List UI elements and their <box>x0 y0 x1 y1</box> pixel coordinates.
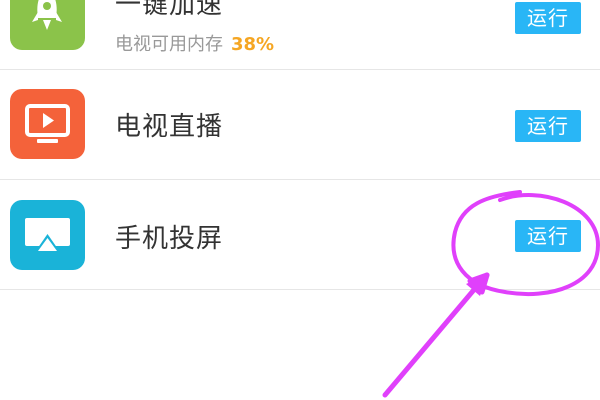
airplay-icon <box>10 200 85 270</box>
list-item-tv-live[interactable]: 电视直播 运行 <box>0 70 600 180</box>
tv-play-icon <box>10 89 85 159</box>
app-name: 电视直播 <box>115 112 224 142</box>
annotation-arrow <box>382 272 490 398</box>
list-item-speedup[interactable]: 一键加速 电视可用内存 38% 运行 <box>0 0 600 70</box>
memory-label: 电视可用内存 <box>115 34 223 55</box>
list-item-screen-mirror[interactable]: 手机投屏 运行 <box>0 180 600 290</box>
run-button-tv-live[interactable]: 运行 <box>515 110 581 142</box>
app-name: 手机投屏 <box>115 224 224 254</box>
memory-percent: 38% <box>231 34 275 55</box>
rocket-icon <box>10 0 85 50</box>
run-button-speedup[interactable]: 运行 <box>515 2 581 34</box>
app-name: 一键加速 <box>115 0 224 20</box>
memory-status: 电视可用内存 38% <box>115 30 274 56</box>
app-list-screen: 一键加速 电视可用内存 38% 运行 电视直播 运行 手机投屏 运行 <box>0 0 600 400</box>
run-button-screen-mirror[interactable]: 运行 <box>515 220 581 252</box>
